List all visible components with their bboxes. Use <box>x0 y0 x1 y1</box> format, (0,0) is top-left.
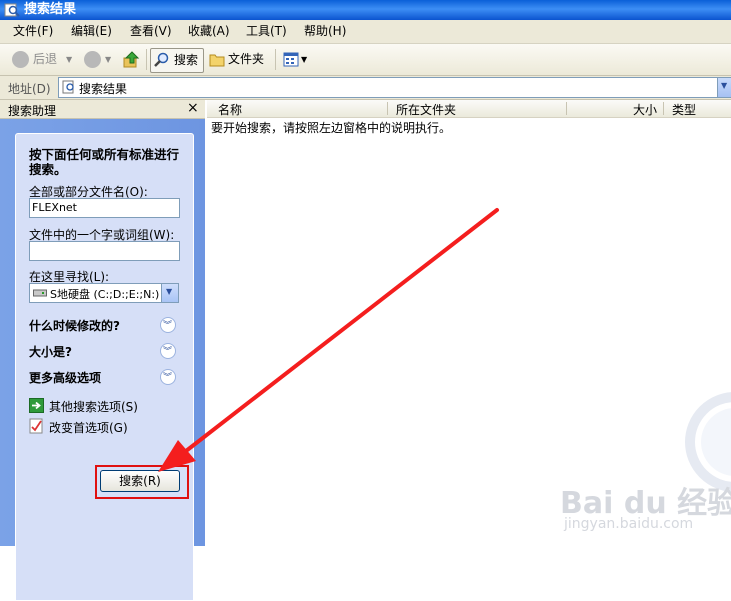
watermark-url: jingyan.baidu.com <box>564 516 694 532</box>
annotation-arrow <box>158 208 499 472</box>
